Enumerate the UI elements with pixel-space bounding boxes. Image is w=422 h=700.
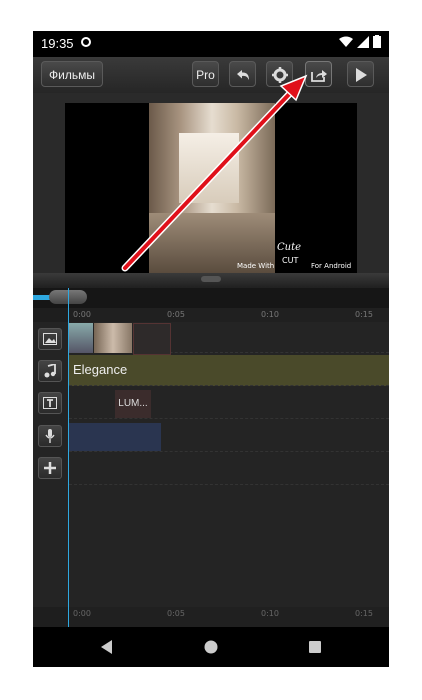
add-voice-button[interactable] bbox=[38, 425, 62, 447]
timeline-ruler: 0:00 0:05 0:10 0:15 bbox=[69, 308, 389, 322]
play-icon bbox=[355, 68, 367, 82]
wifi-icon bbox=[339, 36, 353, 47]
video-preview[interactable]: Made With Cute CUT For Android bbox=[65, 103, 357, 273]
gear-icon bbox=[271, 67, 288, 83]
recents-icon[interactable] bbox=[309, 641, 321, 653]
voice-clip[interactable] bbox=[69, 423, 161, 451]
empty-track bbox=[69, 454, 389, 485]
phone-screen: 19:35 Фильмы Pro Made With Cute CUT For … bbox=[33, 31, 389, 667]
music-note-icon bbox=[44, 362, 56, 378]
image-icon bbox=[43, 333, 57, 345]
video-clip-1[interactable] bbox=[69, 323, 93, 353]
add-track-button[interactable] bbox=[38, 457, 62, 479]
ruler-tick: 0:10 bbox=[261, 609, 279, 618]
films-button[interactable]: Фильмы bbox=[41, 61, 103, 87]
ruler-tick: 0:15 bbox=[355, 609, 373, 618]
pro-button[interactable]: Pro bbox=[192, 61, 219, 87]
audio-clip-label: Elegance bbox=[73, 362, 128, 377]
undo-button[interactable] bbox=[229, 61, 256, 87]
microphone-icon bbox=[45, 429, 55, 443]
status-bar: 19:35 bbox=[33, 31, 389, 57]
settings-button[interactable] bbox=[266, 61, 293, 87]
play-button[interactable] bbox=[347, 61, 374, 87]
audio-track[interactable]: Elegance bbox=[69, 355, 389, 386]
stage-floor bbox=[33, 273, 389, 288]
home-icon[interactable] bbox=[204, 640, 218, 654]
playhead[interactable] bbox=[68, 288, 69, 629]
watermark-android: For Android bbox=[311, 262, 352, 270]
bottom-ruler: 0:00 0:05 0:10 0:15 bbox=[69, 607, 389, 627]
undo-icon bbox=[236, 70, 249, 80]
watermark-cute: Cute bbox=[277, 242, 302, 253]
ruler-tick: 0:15 bbox=[355, 310, 373, 319]
share-icon bbox=[310, 70, 327, 82]
video-clip-3[interactable] bbox=[133, 323, 171, 355]
status-icons bbox=[339, 35, 381, 48]
ruler-tick: 0:00 bbox=[73, 609, 91, 618]
ruler-tick: 0:05 bbox=[167, 609, 185, 618]
status-time: 19:35 bbox=[41, 36, 74, 51]
scrubber-bar[interactable] bbox=[33, 288, 389, 308]
add-image-button[interactable] bbox=[38, 328, 62, 350]
video-track bbox=[69, 322, 389, 355]
preview-photo bbox=[149, 103, 275, 273]
ruler-tick: 0:05 bbox=[167, 310, 185, 319]
toolbar: Фильмы Pro bbox=[33, 57, 389, 94]
text-clip[interactable]: LUM... bbox=[115, 390, 151, 418]
preview-handle[interactable] bbox=[201, 276, 221, 282]
video-clip-2[interactable] bbox=[94, 323, 132, 353]
back-icon[interactable] bbox=[101, 640, 113, 654]
notification-icon bbox=[81, 37, 91, 47]
window-image bbox=[179, 133, 239, 203]
text-icon bbox=[43, 397, 57, 409]
ruler-tick: 0:00 bbox=[73, 310, 91, 319]
timeline-tracks: Elegance LUM... bbox=[33, 322, 389, 607]
ruler-tick: 0:10 bbox=[261, 310, 279, 319]
plus-icon bbox=[44, 462, 56, 474]
text-track: LUM... bbox=[69, 388, 389, 419]
signal-icon bbox=[357, 35, 369, 48]
navigation-bar bbox=[33, 627, 389, 667]
watermark-made-with: Made With bbox=[237, 262, 275, 270]
battery-icon bbox=[373, 35, 381, 48]
watermark-cut: CUT bbox=[282, 256, 299, 265]
add-music-button[interactable] bbox=[38, 360, 62, 382]
add-text-button[interactable] bbox=[38, 392, 62, 414]
preview-stage: Made With Cute CUT For Android bbox=[33, 93, 389, 288]
share-export-button[interactable] bbox=[305, 61, 332, 87]
voice-track bbox=[69, 421, 389, 452]
